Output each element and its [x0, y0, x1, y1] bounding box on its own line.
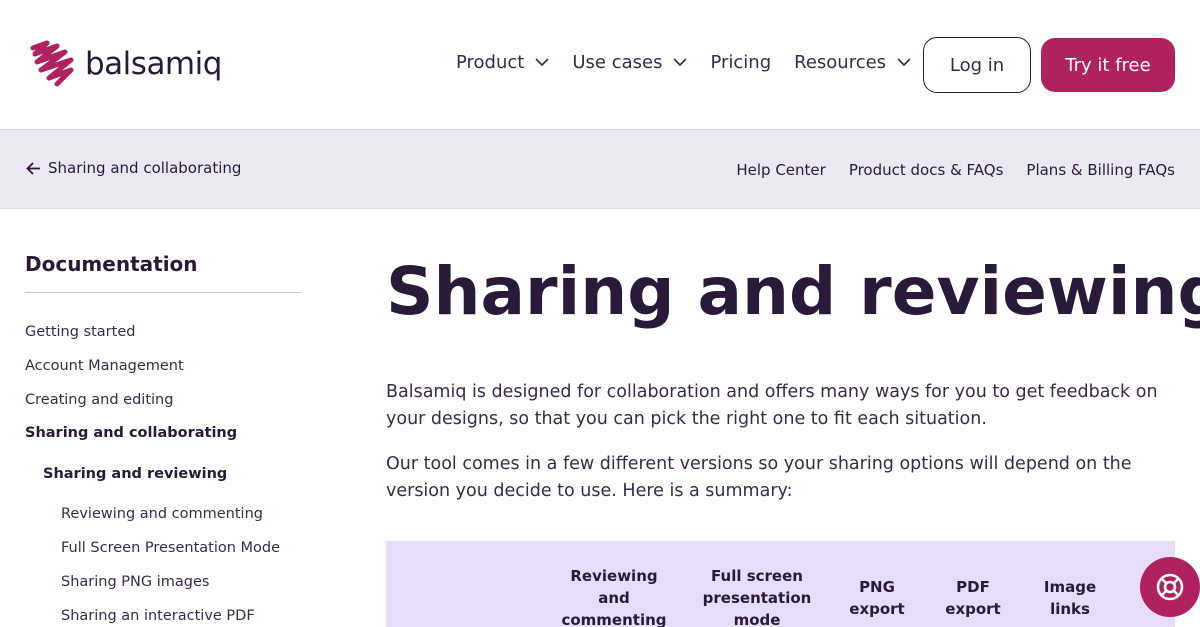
sidebar-item-sharing-collaborating[interactable]: Sharing and collaborating: [25, 425, 237, 441]
arrow-left-icon: [26, 161, 40, 175]
login-button[interactable]: Log in: [923, 37, 1031, 93]
nav-product[interactable]: Product: [456, 52, 549, 73]
nav-pricing[interactable]: Pricing: [710, 52, 771, 73]
docs-sidebar: Documentation: [25, 252, 301, 293]
table-header-full-screen: Full screen presentation mode: [702, 567, 812, 627]
sidebar-item-sharing-png[interactable]: Sharing PNG images: [61, 574, 209, 590]
sidebar-item-sharing-pdf[interactable]: Sharing an interactive PDF: [61, 608, 255, 624]
nav-resources[interactable]: Resources: [794, 52, 911, 73]
lifebuoy-icon: [1156, 573, 1184, 601]
nav-use-cases[interactable]: Use cases: [572, 52, 688, 73]
page-title: Sharing and reviewing: [386, 253, 1200, 330]
table-header-png: PNG export: [849, 578, 905, 618]
balsamiq-logo[interactable]: balsamiq: [27, 40, 222, 88]
back-link[interactable]: Sharing and collaborating: [26, 159, 241, 177]
subnav-help-center[interactable]: Help Center: [736, 161, 825, 179]
sidebar-item-full-screen-mode[interactable]: Full Screen Presentation Mode: [61, 540, 280, 556]
comparison-table-header: Reviewing and commenting Full screen pre…: [386, 541, 1175, 627]
site-header: balsamiq Product Use cases Pricing Resou…: [0, 0, 1200, 129]
intro-paragraph: Balsamiq is designed for collaboration a…: [386, 382, 1158, 429]
balsamiq-logo-icon: [30, 40, 74, 87]
table-header-image-links: Image links: [1043, 578, 1097, 618]
subbar-links: Help Center Product docs & FAQs Plans & …: [713, 161, 1175, 179]
main-nav: Product Use cases Pricing Resources: [456, 52, 934, 73]
chevron-down-icon: [897, 58, 911, 67]
table-header-reviewing: Reviewing and commenting: [561, 567, 667, 627]
sidebar-item-sharing-reviewing[interactable]: Sharing and reviewing: [43, 466, 227, 482]
subnav-billing-faqs[interactable]: Plans & Billing FAQs: [1026, 161, 1175, 179]
nav-product-label: Product: [456, 52, 525, 73]
sidebar-item-creating-editing[interactable]: Creating and editing: [25, 392, 173, 408]
docs-subbar: Sharing and collaborating Help Center Pr…: [0, 129, 1200, 209]
chevron-down-icon: [673, 58, 688, 67]
nav-use-cases-label: Use cases: [572, 52, 663, 73]
sidebar-item-getting-started[interactable]: Getting started: [25, 324, 135, 340]
chevron-down-icon: [535, 58, 549, 67]
nav-resources-label: Resources: [794, 52, 887, 73]
logo-wordmark: balsamiq: [85, 46, 222, 82]
sidebar-item-account-management[interactable]: Account Management: [25, 358, 184, 374]
versions-paragraph: Our tool comes in a few different versio…: [386, 454, 1132, 501]
sidebar-title: Documentation: [25, 252, 301, 293]
try-it-free-button[interactable]: Try it free: [1041, 38, 1175, 92]
back-link-label: Sharing and collaborating: [48, 159, 242, 177]
table-header-pdf: PDF export: [945, 578, 1001, 618]
sidebar-item-reviewing-commenting[interactable]: Reviewing and commenting: [61, 506, 263, 522]
subnav-product-docs[interactable]: Product docs & FAQs: [849, 161, 1004, 179]
nav-pricing-label: Pricing: [710, 52, 772, 73]
help-chat-button[interactable]: [1140, 557, 1200, 617]
